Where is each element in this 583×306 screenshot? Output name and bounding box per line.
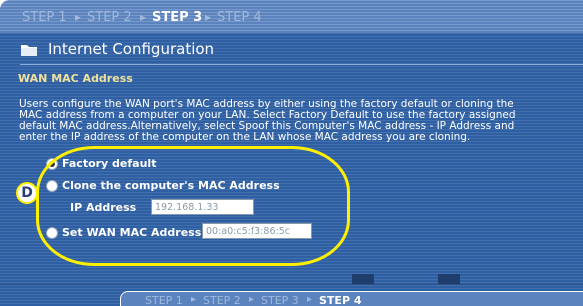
button-edge (352, 274, 374, 284)
preview-step-2: STEP 2 (203, 294, 241, 306)
description-text: Users configure the WAN port's MAC addre… (19, 99, 574, 143)
step-1: STEP 1 (22, 10, 67, 25)
next-screen-preview: STEP 1 ▸ STEP 2 ▸ STEP 3 ▸ STEP 4 (120, 291, 583, 306)
button-edge (438, 274, 460, 284)
preview-step-4: STEP 4 (319, 294, 362, 306)
folder-icon (21, 45, 37, 56)
step-separator-icon: ▸ (75, 10, 82, 24)
set-wan-mac-radio[interactable] (46, 227, 58, 239)
step-separator-icon: ▸ (307, 294, 313, 305)
description-line: enter the IP address of the computer on … (19, 131, 471, 143)
preview-step-3: STEP 3 (261, 294, 299, 306)
page-title: Internet Configuration (48, 40, 215, 58)
clone-mac-radio[interactable] (46, 180, 58, 192)
step-4: STEP 4 (217, 10, 262, 25)
ip-address-label: IP Address (70, 201, 137, 214)
wizard-step-bar: STEP 1 ▸ STEP 2 ▸ STEP 3 ▸ STEP 4 (0, 0, 583, 33)
step-separator-icon: ▸ (140, 10, 147, 24)
step-separator-icon: ▸ (191, 294, 197, 305)
step-separator-icon: ▸ (249, 294, 255, 305)
factory-default-radio[interactable] (46, 158, 58, 170)
callout-letter: D (21, 185, 33, 201)
panel-bottom-divider (0, 284, 583, 285)
wizard-panel: STEP 1 ▸ STEP 2 ▸ STEP 3 ▸ STEP 4 Intern… (0, 0, 583, 306)
factory-default-label[interactable]: Factory default (62, 157, 156, 170)
clone-mac-label[interactable]: Clone the computer's MAC Address (62, 179, 280, 192)
step-2: STEP 2 (87, 10, 132, 25)
callout-badge: D (16, 182, 38, 204)
section-title: WAN MAC Address (18, 72, 133, 85)
preview-step-1: STEP 1 (145, 294, 183, 306)
set-wan-mac-label[interactable]: Set WAN MAC Address (62, 226, 201, 239)
ip-address-input[interactable]: 192.168.1.33 (151, 199, 254, 215)
wan-mac-address-input[interactable]: 00:a0:c5:f3:86:5c (202, 223, 312, 239)
step-3-current: STEP 3 (152, 10, 203, 25)
step-separator-icon: ▸ (205, 10, 212, 24)
header-divider (20, 64, 583, 65)
